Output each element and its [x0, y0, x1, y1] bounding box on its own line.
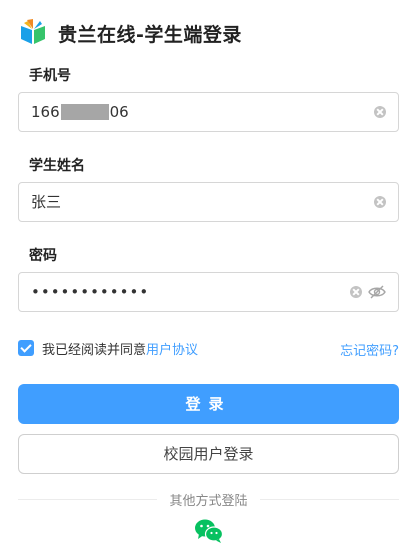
phone-value: 166 06: [31, 93, 129, 131]
other-login-label: 其他方式登陆: [0, 490, 417, 509]
other-login-text: 其他方式登陆: [157, 494, 260, 509]
password-label: 密码: [29, 248, 57, 264]
agreement-row: 我已经阅读并同意 用户协议: [18, 339, 198, 358]
page-title: 贵兰在线-学生端登录: [58, 23, 242, 46]
clear-icon[interactable]: [374, 196, 386, 208]
phone-value-prefix: 166: [31, 103, 60, 121]
login-button[interactable]: 登录: [18, 384, 399, 424]
campus-login-button[interactable]: 校园用户登录: [18, 434, 399, 474]
forgot-password-link[interactable]: 忘记密码?: [340, 340, 399, 359]
student-name-field[interactable]: 张三: [18, 182, 399, 222]
eye-off-icon[interactable]: [368, 284, 386, 300]
agreement-text: 我已经阅读并同意: [42, 342, 147, 358]
phone-value-suffix: 06: [109, 103, 129, 121]
student-name-label: 学生姓名: [29, 158, 85, 174]
clear-icon[interactable]: [350, 286, 362, 298]
logo-icon: [21, 19, 45, 44]
password-field[interactable]: ••••••••••••: [18, 272, 399, 312]
clear-icon[interactable]: [374, 106, 386, 118]
phone-field[interactable]: 166 06: [18, 92, 399, 132]
header: 贵兰在线-学生端登录: [18, 16, 242, 50]
wechat-icon[interactable]: [194, 518, 224, 544]
phone-label: 手机号: [29, 68, 71, 84]
student-name-value: 张三: [31, 193, 62, 211]
user-agreement-link[interactable]: 用户协议: [146, 339, 198, 358]
agreement-checkbox[interactable]: [18, 340, 34, 356]
redacted-block: [60, 103, 109, 120]
password-value: ••••••••••••: [31, 283, 150, 301]
